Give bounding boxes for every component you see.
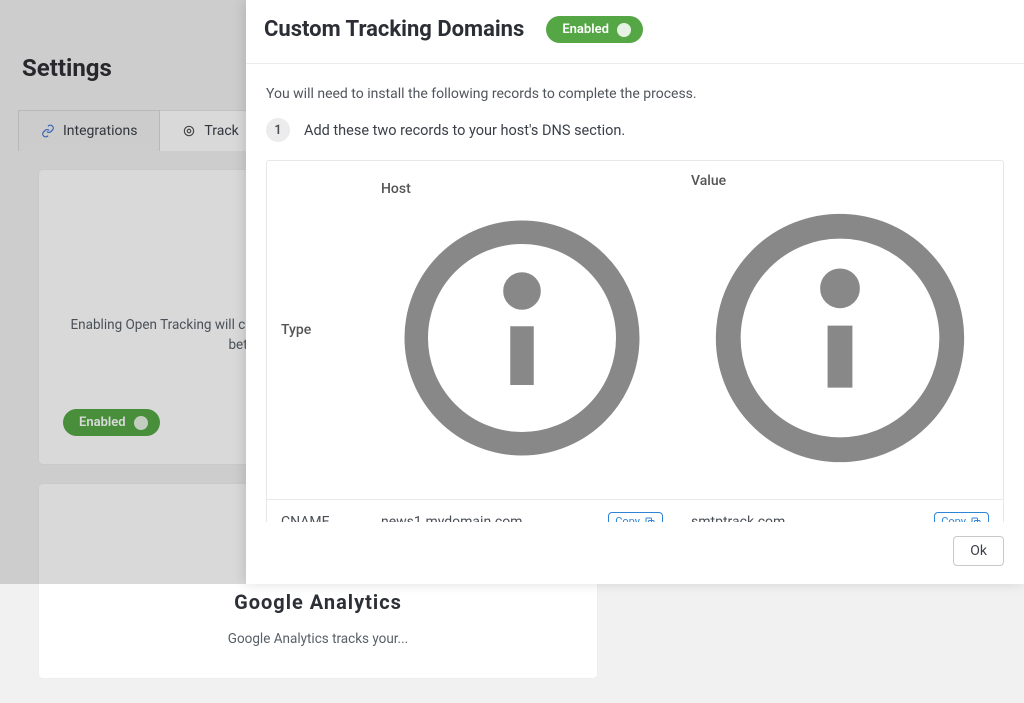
step-text: Add these two records to your host's DNS… xyxy=(304,122,625,139)
col-type: Type xyxy=(267,161,367,500)
card-title: Google Analytics xyxy=(63,590,573,614)
col-value: Value xyxy=(677,161,1003,500)
custom-tracking-modal: Custom Tracking Domains Enabled You will… xyxy=(246,0,1024,584)
col-host: Host xyxy=(367,161,677,500)
modal-status-toggle[interactable]: Enabled xyxy=(546,16,643,43)
toggle-dot-icon xyxy=(617,23,631,37)
cell-host: news1.mydomain.com Copy xyxy=(367,500,677,522)
info-icon[interactable] xyxy=(381,197,663,479)
info-icon[interactable] xyxy=(691,189,989,487)
modal-title: Custom Tracking Domains xyxy=(264,17,524,42)
modal-intro: You will need to install the following r… xyxy=(266,86,1004,102)
cell-type: CNAME xyxy=(267,500,367,522)
table-row: CNAME news1.mydomain.com Copy smtptra xyxy=(267,500,1003,522)
modal-body: You will need to install the following r… xyxy=(246,64,1024,522)
card-desc: Google Analytics tracks your... xyxy=(63,630,573,650)
cell-value: smtptrack.com Copy xyxy=(677,500,1003,522)
ok-button[interactable]: Ok xyxy=(953,536,1004,566)
modal-header: Custom Tracking Domains Enabled xyxy=(246,0,1024,64)
dns-records-table: Type Host Value xyxy=(266,160,1004,522)
copy-value-button[interactable]: Copy xyxy=(934,512,989,522)
step-1: 1 Add these two records to your host's D… xyxy=(266,118,1004,142)
step-number-icon: 1 xyxy=(266,118,290,142)
modal-footer: Ok xyxy=(246,522,1024,584)
toggle-label: Enabled xyxy=(562,22,609,37)
copy-host-button[interactable]: Copy xyxy=(608,512,663,522)
